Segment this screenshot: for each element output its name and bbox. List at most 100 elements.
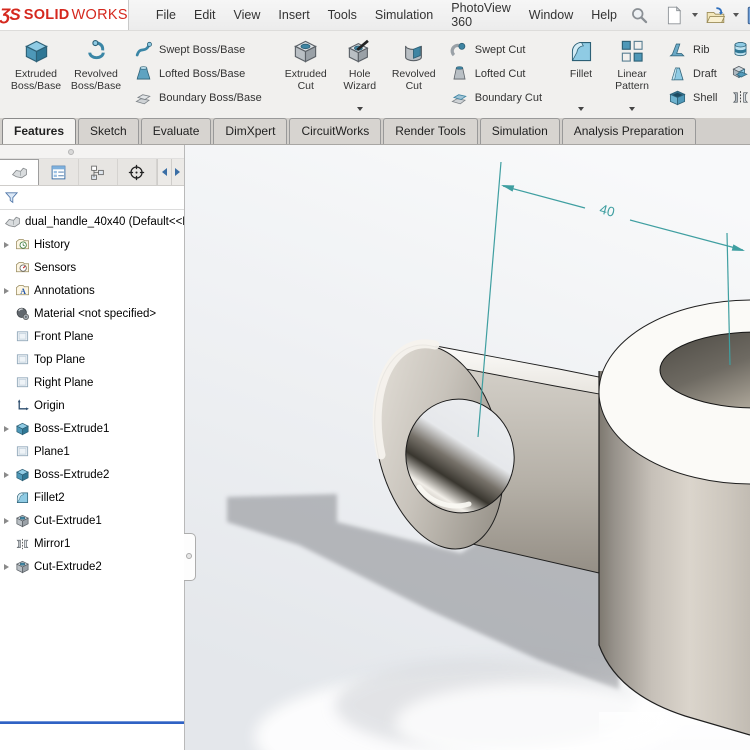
configuration-manager-tab[interactable] bbox=[79, 159, 118, 185]
boundary-boss-base-button[interactable]: Boundary Boss/Base bbox=[130, 86, 266, 109]
tree-filter-row bbox=[0, 186, 184, 210]
menu-photoview-360[interactable]: PhotoView 360 bbox=[442, 0, 520, 33]
menu-simulation[interactable]: Simulation bbox=[366, 4, 442, 26]
panel-grip[interactable] bbox=[0, 145, 184, 159]
filter-funnel-icon bbox=[4, 190, 19, 205]
lofted-boss-icon bbox=[134, 64, 153, 83]
shell-button[interactable]: Shell bbox=[664, 86, 721, 109]
rollback-bar[interactable] bbox=[0, 721, 184, 724]
feature-manager-panel: dual_handle_40x40 (Default<<D History Se… bbox=[0, 145, 185, 750]
fillet-icon bbox=[568, 38, 595, 65]
tab-features[interactable]: Features bbox=[2, 118, 76, 144]
tab-analysis-preparation[interactable]: Analysis Preparation bbox=[562, 118, 696, 144]
tree-item-right-plane[interactable]: Right Plane bbox=[0, 371, 184, 394]
graphics-viewport[interactable]: 40 bbox=[185, 145, 750, 750]
button-label: Linear Pattern bbox=[604, 68, 660, 92]
tree-item-sensors[interactable]: Sensors bbox=[0, 256, 184, 279]
tree-item-boss-extrude2[interactable]: Boss-Extrude2 bbox=[0, 463, 184, 486]
tree-item-material[interactable]: Material <not specified> bbox=[0, 302, 184, 325]
expand-arrow-icon[interactable] bbox=[4, 288, 13, 294]
search-icon bbox=[629, 5, 650, 26]
boundary-cut-button[interactable]: Boundary Cut bbox=[446, 86, 546, 109]
tree-item-origin[interactable]: Origin bbox=[0, 394, 184, 417]
menu-insert[interactable]: Insert bbox=[269, 4, 318, 26]
history-folder-icon bbox=[15, 237, 30, 252]
tree-item-plane1[interactable]: Plane1 bbox=[0, 440, 184, 463]
boundary-cut-icon bbox=[450, 88, 469, 107]
tree-item-front-plane[interactable]: Front Plane bbox=[0, 325, 184, 348]
intersect-button[interactable]: Intersect bbox=[727, 62, 750, 85]
tab-render-tools[interactable]: Render Tools bbox=[383, 118, 478, 144]
tree-item-boss-extrude1[interactable]: Boss-Extrude1 bbox=[0, 417, 184, 440]
linear-pattern-dropdown-icon[interactable] bbox=[629, 107, 635, 111]
expand-arrow-icon[interactable] bbox=[4, 564, 13, 570]
feature-tree: dual_handle_40x40 (Default<<D History Se… bbox=[0, 210, 184, 578]
dimension-line-b bbox=[630, 220, 743, 250]
tree-item-cut-extrude2[interactable]: Cut-Extrude2 bbox=[0, 555, 184, 578]
wrap-button[interactable]: Wrap bbox=[727, 38, 750, 61]
lofted-cut-button[interactable]: Lofted Cut bbox=[446, 62, 546, 85]
brand-works: WORKS bbox=[72, 7, 128, 23]
tree-item-mirror1[interactable]: Mirror1 bbox=[0, 532, 184, 555]
draft-button[interactable]: Draft bbox=[664, 62, 721, 85]
tree-item-top-plane[interactable]: Top Plane bbox=[0, 348, 184, 371]
menu-file[interactable]: File bbox=[147, 4, 185, 26]
boss-base-group: Extruded Boss/Base Revolved Boss/Base Sw… bbox=[0, 31, 272, 118]
tab-dimxpert[interactable]: DimXpert bbox=[213, 118, 287, 144]
tab-sketch[interactable]: Sketch bbox=[78, 118, 139, 144]
draft-icon bbox=[668, 64, 687, 83]
swept-cut-button[interactable]: Swept Cut bbox=[446, 38, 546, 61]
manager-tab-scroll-right[interactable] bbox=[171, 159, 184, 185]
save-button[interactable] bbox=[745, 3, 750, 28]
property-manager-tab[interactable] bbox=[39, 159, 78, 185]
lofted-boss-base-button[interactable]: Lofted Boss/Base bbox=[130, 62, 266, 85]
fillet-dropdown-icon[interactable] bbox=[578, 107, 584, 111]
dimension-arrow-left bbox=[501, 185, 514, 192]
tree-root-part[interactable]: dual_handle_40x40 (Default<<D bbox=[0, 210, 184, 233]
expand-arrow-icon[interactable] bbox=[4, 518, 13, 524]
tree-item-cut-extrude1[interactable]: Cut-Extrude1 bbox=[0, 509, 184, 532]
menu-view[interactable]: View bbox=[225, 4, 270, 26]
menu-help[interactable]: Help bbox=[582, 4, 626, 26]
extruded-cut-button[interactable]: Extruded Cut bbox=[278, 33, 334, 115]
swept-boss-base-button[interactable]: Swept Boss/Base bbox=[130, 38, 266, 61]
expand-arrow-icon[interactable] bbox=[4, 472, 13, 478]
origin-axes-icon bbox=[15, 398, 30, 413]
new-document-button[interactable] bbox=[663, 3, 686, 28]
rib-button[interactable]: Rib bbox=[664, 38, 721, 61]
open-document-dropdown-icon[interactable] bbox=[733, 13, 739, 17]
mirror-button[interactable]: Mirror bbox=[727, 86, 750, 109]
menu-window[interactable]: Window bbox=[520, 4, 582, 26]
feature-manager-tab[interactable] bbox=[0, 159, 39, 185]
hole-wizard-dropdown-icon[interactable] bbox=[357, 107, 363, 111]
scroll-right-icon bbox=[175, 168, 180, 176]
expand-arrow-icon[interactable] bbox=[4, 426, 13, 432]
solidworks-logo: ƷS SOLID WORKS bbox=[0, 0, 129, 30]
fillet-button[interactable]: Fillet bbox=[558, 33, 604, 115]
command-manager-tabs: Features Sketch Evaluate DimXpert Circui… bbox=[0, 118, 750, 145]
revolved-cut-button[interactable]: Revolved Cut bbox=[386, 33, 442, 115]
tree-item-annotations[interactable]: Annotations bbox=[0, 279, 184, 302]
open-document-button[interactable] bbox=[704, 3, 727, 28]
extruded-boss-base-button[interactable]: Extruded Boss/Base bbox=[6, 33, 66, 115]
tab-circuitworks[interactable]: CircuitWorks bbox=[289, 118, 381, 144]
linear-pattern-button[interactable]: Linear Pattern bbox=[604, 33, 660, 115]
tab-evaluate[interactable]: Evaluate bbox=[141, 118, 212, 144]
menu-edit[interactable]: Edit bbox=[185, 4, 225, 26]
revolved-boss-base-button[interactable]: Revolved Boss/Base bbox=[66, 33, 126, 115]
tree-item-history[interactable]: History bbox=[0, 233, 184, 256]
hole-wizard-button[interactable]: Hole Wizard bbox=[334, 33, 386, 115]
dimension-line-a bbox=[503, 186, 585, 208]
menu-tools[interactable]: Tools bbox=[319, 4, 366, 26]
tree-item-fillet2[interactable]: Fillet2 bbox=[0, 486, 184, 509]
new-document-dropdown-icon[interactable] bbox=[692, 13, 698, 17]
dimension-value[interactable]: 40 bbox=[598, 201, 616, 219]
tab-simulation[interactable]: Simulation bbox=[480, 118, 560, 144]
scroll-left-icon bbox=[162, 168, 167, 176]
tree-filter-input[interactable] bbox=[19, 188, 184, 208]
plane-icon bbox=[15, 444, 30, 459]
button-label: Draft bbox=[693, 68, 717, 80]
panel-splitter-handle[interactable] bbox=[184, 533, 196, 581]
expand-arrow-icon[interactable] bbox=[4, 242, 13, 248]
search-button[interactable] bbox=[628, 3, 651, 28]
